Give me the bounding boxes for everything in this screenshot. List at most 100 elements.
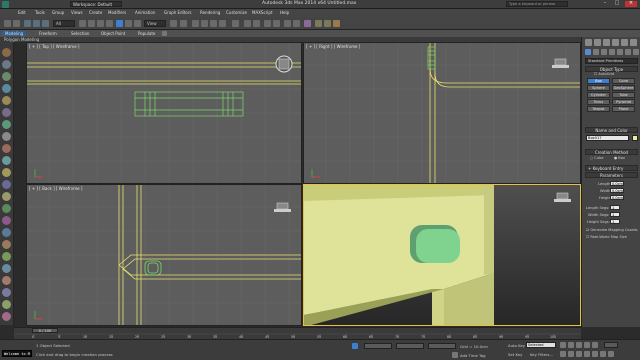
snap-toggle-icon[interactable] <box>192 20 199 27</box>
width-segs-input[interactable]: 1 <box>610 212 620 217</box>
viewport-top[interactable]: [ + ] [ Top ] [ Wireframe ] <box>26 42 302 184</box>
sphere-button[interactable]: Sphere <box>587 85 610 91</box>
hierarchy-tab-icon[interactable] <box>603 39 610 46</box>
tab-selection[interactable]: Selection <box>68 31 92 36</box>
next-frame-icon[interactable] <box>584 342 590 348</box>
go-to-end-icon[interactable] <box>592 342 598 348</box>
menu-group[interactable]: Group <box>52 9 64 17</box>
set-key-button[interactable]: Set Key <box>508 352 522 357</box>
tab-object-paint[interactable]: Object Paint <box>98 31 128 36</box>
helpers-icon[interactable] <box>617 49 623 55</box>
undo-icon[interactable] <box>4 20 11 27</box>
rendered-frame-icon[interactable] <box>324 20 331 27</box>
graphite-toggle-icon[interactable] <box>273 20 280 27</box>
cylinder-button[interactable]: Cylinder <box>587 92 610 98</box>
utilities-tab-icon[interactable] <box>630 39 637 46</box>
pivot-center-icon[interactable] <box>170 20 177 27</box>
pan-icon[interactable] <box>592 351 598 357</box>
tool-icon-17[interactable] <box>2 240 11 249</box>
add-time-tag-icon[interactable] <box>452 352 458 358</box>
current-frame-field[interactable] <box>604 342 618 348</box>
torus-button[interactable]: Torus <box>587 99 610 105</box>
schematic-view-icon[interactable] <box>293 20 300 27</box>
unlink-icon[interactable] <box>33 20 40 27</box>
tool-icon-9[interactable] <box>2 144 11 153</box>
add-time-tag[interactable]: Add Time Tag <box>460 353 485 358</box>
motion-tab-icon[interactable] <box>612 39 619 46</box>
tool-icon-20[interactable] <box>2 276 11 285</box>
display-tab-icon[interactable] <box>621 39 628 46</box>
named-selection-icon[interactable] <box>232 20 239 27</box>
tab-populate[interactable]: Populate <box>135 31 158 36</box>
tool-icon-10[interactable] <box>2 156 11 165</box>
workspace-dropdown[interactable]: Workspace: Default <box>70 1 122 7</box>
window-crossing-icon[interactable] <box>106 20 113 27</box>
minimize-button[interactable]: – <box>600 1 610 7</box>
tool-icon-16[interactable] <box>2 228 11 237</box>
creation-box-radio[interactable]: ● Box <box>614 156 625 160</box>
tool-icon-12[interactable] <box>2 180 11 189</box>
gen-mapping-checkbox[interactable]: ☑ Generate Mapping Coords. <box>586 228 638 232</box>
height-segs-input[interactable]: 1 <box>610 219 620 224</box>
render-setup-icon[interactable] <box>315 20 322 27</box>
height-input[interactable]: 0.0cm <box>610 195 624 200</box>
spinner-snap-icon[interactable] <box>219 20 226 27</box>
viewport-perspective[interactable] <box>303 184 581 326</box>
length-input[interactable]: 0.0cm <box>610 181 624 186</box>
viewport-right[interactable]: [ + ] [ Right ] [ Wireframe ] <box>303 42 581 184</box>
reference-coordinate-dropdown[interactable]: View <box>144 20 166 27</box>
creation-method-header[interactable]: Creation Method <box>585 149 638 155</box>
tool-icon-6[interactable] <box>2 108 11 117</box>
selected-dropdown[interactable]: Selected <box>526 342 556 348</box>
menu-graph-editors[interactable]: Graph Editors <box>164 9 191 17</box>
zoom-all-icon[interactable] <box>568 351 574 357</box>
tool-icon-5[interactable] <box>2 96 11 105</box>
play-icon[interactable] <box>576 342 582 348</box>
go-to-start-icon[interactable] <box>560 342 566 348</box>
maxscript-listener[interactable]: Welcome to M <box>2 350 32 357</box>
create-tab-icon[interactable] <box>585 39 592 46</box>
tool-icon-11[interactable] <box>2 168 11 177</box>
tool-icon-7[interactable] <box>2 120 11 129</box>
tool-icon-13[interactable] <box>2 192 11 201</box>
menu-customize[interactable]: Customize <box>226 9 247 17</box>
orbit-icon[interactable] <box>600 351 606 357</box>
render-production-icon[interactable] <box>333 20 340 27</box>
object-name-field[interactable]: Box017 <box>586 135 629 141</box>
geometry-icon[interactable] <box>585 49 591 55</box>
maximize-button[interactable]: □ <box>612 1 622 7</box>
auto-key-button[interactable]: Auto Key <box>508 343 525 348</box>
systems-icon[interactable] <box>633 49 639 55</box>
menu-animation[interactable]: Animation <box>135 9 155 17</box>
length-segs-input[interactable]: 1 <box>610 205 620 210</box>
tool-icon-4[interactable] <box>2 84 11 93</box>
menu-modifiers[interactable]: Modifiers <box>108 9 126 17</box>
angle-snap-icon[interactable] <box>201 20 208 27</box>
maximize-viewport-icon[interactable] <box>608 351 614 357</box>
menu-edit[interactable]: Edit <box>18 9 26 17</box>
menu-tools[interactable]: Tools <box>35 9 45 17</box>
shapes-icon[interactable] <box>593 49 599 55</box>
timeline[interactable]: 0 / 100 0 5 10 15 20 25 30 35 40 45 50 5… <box>14 327 581 339</box>
search-input[interactable]: Type a keyword or phrase <box>506 1 568 7</box>
ribbon-options-icon[interactable] <box>162 31 167 36</box>
mirror-icon[interactable] <box>244 20 251 27</box>
pyramid-button[interactable]: Pyramid <box>612 99 635 105</box>
tab-freeform[interactable]: Freeform <box>36 31 60 36</box>
category-dropdown[interactable]: Standard Primitives <box>585 58 638 64</box>
region-select-icon[interactable] <box>97 20 104 27</box>
tool-icon-1[interactable] <box>2 48 11 57</box>
align-icon[interactable] <box>253 20 260 27</box>
name-color-header[interactable]: Name and Color <box>585 127 638 133</box>
menu-help[interactable]: Help <box>280 9 289 17</box>
lights-icon[interactable] <box>601 49 607 55</box>
percent-snap-icon[interactable] <box>210 20 217 27</box>
tool-icon-8[interactable] <box>2 132 11 141</box>
lock-selection-icon[interactable] <box>352 343 358 349</box>
box-button[interactable]: Box <box>587 78 610 84</box>
rotate-icon[interactable] <box>125 20 132 27</box>
app-logo-icon[interactable] <box>2 1 9 8</box>
bind-space-warp-icon[interactable] <box>42 20 49 27</box>
cone-button[interactable]: Cone <box>612 78 635 84</box>
tool-icon-18[interactable] <box>2 252 11 261</box>
